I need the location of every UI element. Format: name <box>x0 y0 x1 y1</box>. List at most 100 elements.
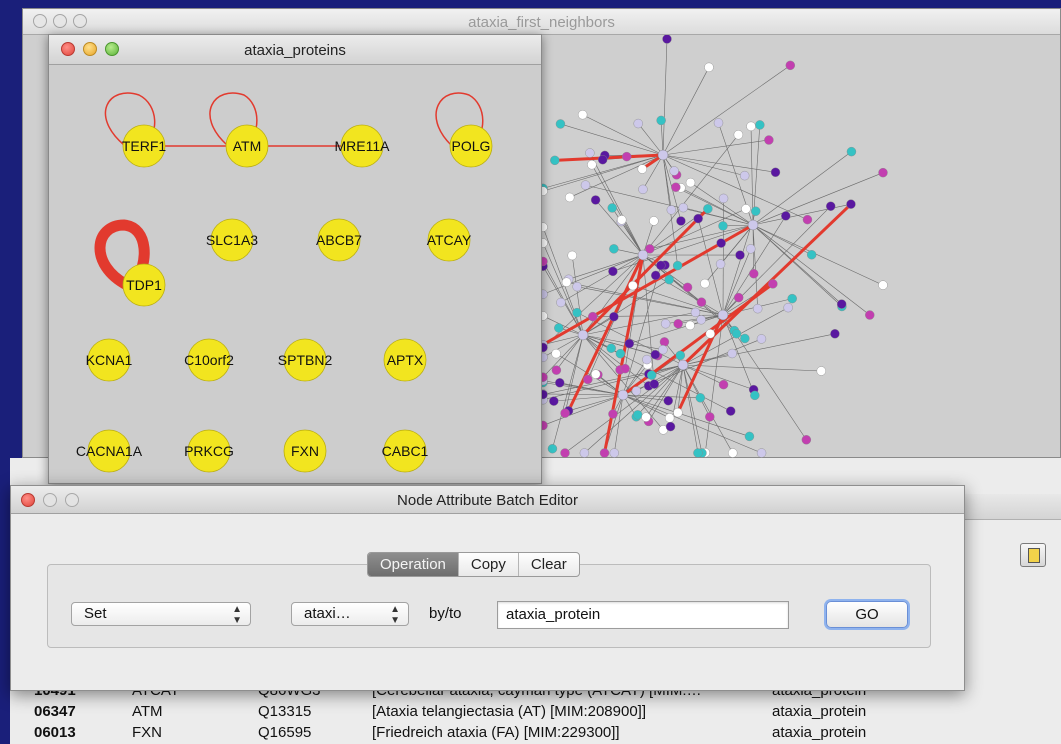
network-node[interactable] <box>696 297 707 307</box>
table-row[interactable]: 06013 FXN Q16595 [Friedreich ataxia (FA)… <box>10 722 1061 743</box>
network-node[interactable] <box>716 238 726 248</box>
network-node[interactable] <box>650 349 661 360</box>
network-node[interactable] <box>802 214 813 225</box>
network-node[interactable] <box>713 118 724 128</box>
network-node[interactable] <box>659 337 670 347</box>
network-node[interactable] <box>615 348 626 359</box>
network-node[interactable] <box>755 120 765 130</box>
network-node[interactable] <box>628 280 638 291</box>
network-node[interactable] <box>785 60 796 71</box>
network-node[interactable] <box>585 148 595 158</box>
network-node[interactable] <box>673 407 683 418</box>
value-input[interactable]: ataxia_protein <box>497 601 789 629</box>
protein-node[interactable]: SLC1A3 <box>206 218 258 262</box>
network-node[interactable] <box>656 115 666 126</box>
network-node[interactable] <box>682 282 693 293</box>
network-node[interactable] <box>624 338 635 349</box>
network-node[interactable] <box>547 444 558 454</box>
network-node[interactable] <box>633 118 643 129</box>
network-node[interactable] <box>705 329 715 339</box>
network-node[interactable] <box>685 177 696 188</box>
protein-node[interactable]: CABC1 <box>382 429 429 473</box>
network-node[interactable] <box>741 204 751 214</box>
network-node[interactable] <box>756 334 767 344</box>
network-node[interactable] <box>638 184 648 195</box>
network-hub-node[interactable] <box>617 389 629 401</box>
protein-node[interactable]: SPTBN2 <box>278 338 333 382</box>
network-node[interactable] <box>642 354 652 365</box>
network-node[interactable] <box>781 211 791 221</box>
network-node[interactable] <box>663 396 673 406</box>
network-node[interactable] <box>551 348 561 359</box>
network-node[interactable] <box>671 182 681 192</box>
network-node[interactable] <box>752 303 763 314</box>
network-node[interactable] <box>718 193 729 204</box>
network-node[interactable] <box>607 203 617 213</box>
protein-node[interactable]: CACNA1A <box>76 429 143 473</box>
network-node[interactable] <box>555 119 566 129</box>
network-node[interactable] <box>549 396 559 406</box>
network-node[interactable] <box>622 151 632 162</box>
network-node[interactable] <box>756 448 767 458</box>
network-node[interactable] <box>637 164 647 174</box>
network-node[interactable] <box>733 130 744 140</box>
network-node[interactable] <box>609 244 619 254</box>
network-node[interactable] <box>675 350 686 361</box>
network-node[interactable] <box>735 250 745 260</box>
network-node[interactable] <box>561 277 572 287</box>
network-node[interactable] <box>666 205 677 215</box>
network-node[interactable] <box>664 413 675 423</box>
network-node[interactable] <box>744 431 755 442</box>
network-node[interactable] <box>693 213 703 224</box>
network-node[interactable] <box>836 299 847 309</box>
network-node[interactable] <box>664 274 674 285</box>
network-node[interactable] <box>606 343 616 353</box>
network-node[interactable] <box>609 311 619 322</box>
network-node[interactable] <box>728 448 738 458</box>
proteins-canvas[interactable]: TERF1 ATM MRE11A POLG TDP1 SLC1A3 ABCB7 ATCAY KC… <box>49 65 542 484</box>
network-node[interactable] <box>678 202 688 213</box>
network-node[interactable] <box>726 406 736 416</box>
network-node[interactable] <box>703 204 713 214</box>
network-hub-node[interactable] <box>717 309 729 321</box>
table-row[interactable]: 06347 ATM Q13315 [Ataxia telangiectasia … <box>10 701 1061 722</box>
protein-node[interactable]: KCNA1 <box>86 338 133 382</box>
network-node[interactable] <box>647 370 657 380</box>
network-hub-node[interactable] <box>657 149 669 161</box>
network-node[interactable] <box>690 307 701 318</box>
network-node[interactable] <box>746 244 756 254</box>
network-node[interactable] <box>617 215 627 225</box>
protein-node[interactable]: TERF1 <box>122 124 167 168</box>
network-node[interactable] <box>588 311 598 322</box>
network-node[interactable] <box>631 386 642 396</box>
protein-node[interactable]: C10orf2 <box>184 338 234 382</box>
network-node[interactable] <box>672 260 683 271</box>
network-node[interactable] <box>705 412 715 422</box>
network-node[interactable] <box>751 206 761 216</box>
network-node[interactable] <box>704 62 714 73</box>
network-node[interactable] <box>560 408 570 418</box>
network-node[interactable] <box>633 410 643 420</box>
network-node[interactable] <box>740 333 750 344</box>
network-hub-node[interactable] <box>747 219 759 231</box>
network-node[interactable] <box>662 35 672 44</box>
protein-node[interactable]: ATCAY <box>427 218 472 262</box>
network-node[interactable] <box>577 110 588 120</box>
network-node[interactable] <box>673 319 683 329</box>
protein-node[interactable]: POLG <box>449 124 493 168</box>
network-node[interactable] <box>572 281 582 292</box>
network-node[interactable] <box>587 160 597 170</box>
network-node[interactable] <box>556 297 566 308</box>
network-node[interactable] <box>727 348 737 359</box>
window-titlebar[interactable]: ataxia_proteins <box>49 35 541 65</box>
network-node[interactable] <box>764 135 774 145</box>
network-node[interactable] <box>609 448 619 458</box>
network-node[interactable] <box>878 167 888 178</box>
network-node[interactable] <box>693 448 703 458</box>
protein-node[interactable]: FXN <box>283 429 327 473</box>
window-titlebar[interactable]: ataxia_first_neighbors <box>23 9 1060 35</box>
network-node[interactable] <box>572 307 582 318</box>
network-node[interactable] <box>700 278 710 289</box>
network-node[interactable] <box>750 390 760 401</box>
network-hub-node[interactable] <box>577 329 589 341</box>
